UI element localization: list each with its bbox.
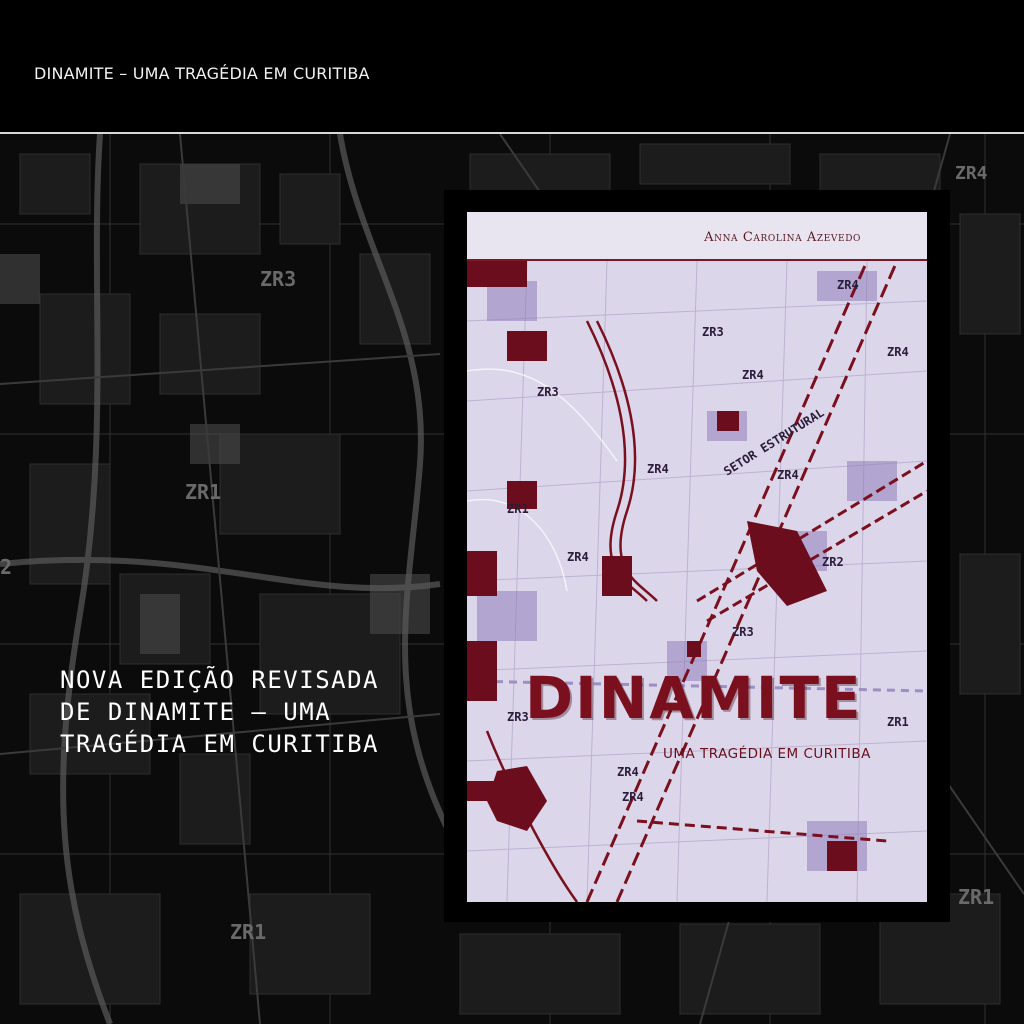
header-title: DINAMITE – UMA TRAGÉDIA EM CURITIBA bbox=[34, 64, 370, 83]
cover-label-2: ZR3 bbox=[702, 325, 724, 339]
cover-label-8: ZR4 bbox=[567, 550, 589, 564]
headline-line-3: TRAGÉDIA EM CURITIBA bbox=[60, 730, 379, 758]
cover-label-13: ZR1 bbox=[887, 715, 909, 729]
bg-label-2: ZR1 bbox=[185, 480, 221, 504]
cover-label-7: ZR1 bbox=[507, 502, 529, 516]
headline-line-2: DE DINAMITE – UMA bbox=[60, 698, 332, 726]
book-cover: Anna Carolina Azevedo ZR4 ZR3 ZR3 ZR4 ZR… bbox=[467, 212, 927, 902]
cover-label-15: ZR4 bbox=[622, 790, 644, 804]
headline-line-1: NOVA EDIÇÃO REVISADA bbox=[60, 666, 379, 694]
cover-label-4: ZR4 bbox=[742, 368, 764, 382]
cover-label-6: ZR4 bbox=[647, 462, 669, 476]
bg-label-4: ZR4 bbox=[955, 163, 988, 184]
headline: NOVA EDIÇÃO REVISADA DE DINAMITE – UMA T… bbox=[60, 664, 440, 760]
header-bar: DINAMITE – UMA TRAGÉDIA EM CURITIBA bbox=[0, 0, 1024, 132]
bg-label-3: ZR1 bbox=[230, 920, 266, 944]
bg-label-5: ZR1 bbox=[958, 885, 994, 909]
book-title: DINAMITE bbox=[525, 664, 863, 732]
book-subtitle: UMA TRAGÉDIA EM CURITIBA bbox=[663, 746, 871, 762]
cover-header: Anna Carolina Azevedo bbox=[467, 212, 927, 260]
cover-label-12: ZR3 bbox=[732, 625, 754, 639]
bg-label-1: ZR3 bbox=[260, 267, 296, 291]
cover-label-11: ZR2 bbox=[822, 555, 844, 569]
cover-label-3: ZR3 bbox=[537, 385, 559, 399]
cover-label-1: ZR4 bbox=[837, 278, 859, 292]
cover-map-illustration: ZR4 ZR3 ZR3 ZR4 ZR4 ZR4 ZR1 ZR4 SETOR ES… bbox=[467, 261, 927, 902]
cover-label-14: ZR4 bbox=[617, 765, 639, 779]
book-author: Anna Carolina Azevedo bbox=[704, 230, 861, 245]
bg-label-6: 2 bbox=[0, 555, 12, 579]
cover-label-10: ZR4 bbox=[777, 468, 799, 482]
cover-label-5: ZR4 bbox=[887, 345, 909, 359]
